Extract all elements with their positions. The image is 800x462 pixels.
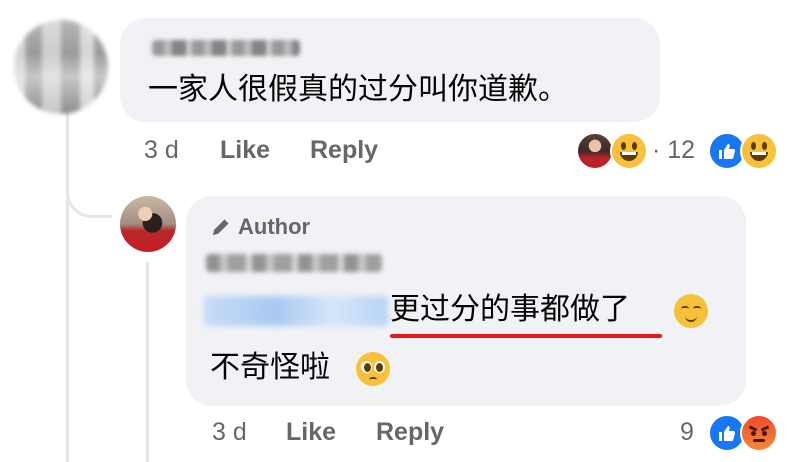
relieved-face-icon [674,294,708,328]
reply-reply-button[interactable]: Reply [376,418,444,447]
author-avatar[interactable] [120,196,176,252]
comment-timestamp[interactable]: 3 d [144,136,179,165]
reply-timestamp[interactable]: 3 d [212,418,247,447]
reply-text-line2: 不奇怪啦 [210,350,330,385]
thread-line [66,98,69,462]
grin-emoji-icon [740,132,778,170]
comment-text: 一家人很假真的过分叫你道歉。 [148,72,568,107]
author-badge: Author [210,214,310,240]
mention-tag-blurred[interactable] [204,296,388,326]
reply-like-button[interactable]: Like [286,418,336,447]
grin-emoji-icon [610,132,648,170]
author-badge-label: Author [238,214,311,239]
reply-text-line1: 更过分的事都做了 [390,292,630,327]
comment-like-button[interactable]: Like [220,136,270,165]
angry-emoji-icon [740,414,778,452]
highlight-underline [390,334,662,338]
comment-reaction-count[interactable]: · 12 [652,136,695,165]
pen-icon [213,219,229,235]
commenter-avatar[interactable] [14,20,108,114]
thread-branch-curve [66,180,112,218]
reacted-author-avatar[interactable] [576,132,614,170]
pleading-face-icon [356,352,390,386]
author-name-blurred[interactable] [206,254,382,272]
reply-thread-line [146,262,149,462]
reply-reaction-count[interactable]: 9 [680,418,694,447]
comment-reply-button[interactable]: Reply [310,136,378,165]
commenter-name-blurred[interactable] [152,40,300,56]
